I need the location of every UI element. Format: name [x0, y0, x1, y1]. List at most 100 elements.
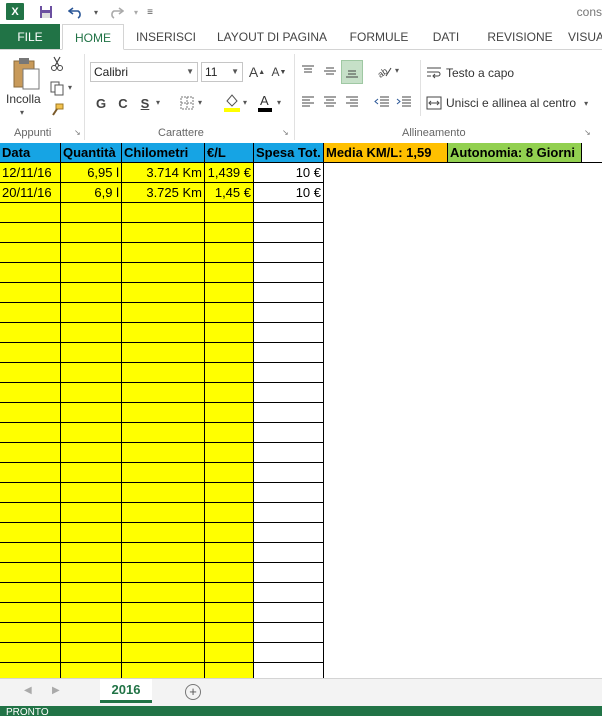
shrink-font-icon[interactable]: A ▼: [270, 63, 288, 81]
empty-cell[interactable]: [0, 483, 61, 503]
empty-cell[interactable]: [205, 203, 254, 223]
borders-icon[interactable]: [178, 94, 196, 112]
empty-cell[interactable]: [582, 143, 602, 163]
font-size-combo[interactable]: 11 ▼: [201, 62, 243, 82]
undo-icon[interactable]: [66, 3, 86, 21]
empty-cell[interactable]: [61, 523, 122, 543]
save-icon[interactable]: [36, 3, 56, 21]
format-painter-icon[interactable]: [48, 101, 66, 119]
empty-cell[interactable]: [0, 623, 61, 643]
empty-cell[interactable]: [122, 343, 205, 363]
alignment-launcher-icon[interactable]: ↘: [584, 128, 591, 137]
empty-cell[interactable]: [254, 523, 324, 543]
undo-dropdown-icon[interactable]: ▾: [86, 3, 106, 21]
add-sheet-icon[interactable]: +: [185, 684, 201, 700]
empty-cell[interactable]: [0, 463, 61, 483]
empty-cell[interactable]: [61, 323, 122, 343]
table-cell[interactable]: 6,95 l: [61, 163, 122, 183]
empty-cell[interactable]: [254, 603, 324, 623]
empty-cell[interactable]: [0, 563, 61, 583]
empty-cell[interactable]: [205, 463, 254, 483]
text-orientation-icon[interactable]: ab: [374, 60, 394, 82]
empty-cell[interactable]: [254, 323, 324, 343]
empty-cell[interactable]: [254, 303, 324, 323]
empty-cell[interactable]: [61, 463, 122, 483]
clipboard-launcher-icon[interactable]: ↘: [74, 128, 81, 137]
empty-cell[interactable]: [205, 223, 254, 243]
empty-cell[interactable]: [0, 583, 61, 603]
empty-cell[interactable]: [254, 363, 324, 383]
empty-cell[interactable]: [0, 643, 61, 663]
underline-dropdown-icon[interactable]: ▾: [156, 98, 160, 107]
column-header-cell[interactable]: €/L: [205, 143, 254, 163]
empty-cell[interactable]: [205, 243, 254, 263]
empty-cell[interactable]: [254, 203, 324, 223]
align-middle-icon[interactable]: [320, 60, 340, 82]
empty-cell[interactable]: [254, 463, 324, 483]
empty-cell[interactable]: [61, 363, 122, 383]
empty-cell[interactable]: [0, 443, 61, 463]
empty-cell[interactable]: [122, 583, 205, 603]
empty-cell[interactable]: [0, 203, 61, 223]
empty-cell[interactable]: [61, 263, 122, 283]
redo-icon[interactable]: [106, 3, 126, 21]
empty-cell[interactable]: [122, 483, 205, 503]
empty-cell[interactable]: [205, 343, 254, 363]
grow-font-icon[interactable]: A ▲: [248, 63, 266, 81]
tab-file[interactable]: FILE: [0, 24, 60, 50]
empty-cell[interactable]: [0, 523, 61, 543]
empty-cell[interactable]: [122, 403, 205, 423]
empty-cell[interactable]: [61, 403, 122, 423]
empty-cell[interactable]: [61, 623, 122, 643]
empty-cell[interactable]: [205, 403, 254, 423]
column-header-cell[interactable]: Spesa Tot.: [254, 143, 324, 163]
column-header-cell[interactable]: Data: [0, 143, 61, 163]
empty-cell[interactable]: [0, 243, 61, 263]
empty-cell[interactable]: [122, 503, 205, 523]
empty-cell[interactable]: [0, 343, 61, 363]
table-cell[interactable]: 3.725 Km: [122, 183, 205, 203]
empty-cell[interactable]: [254, 583, 324, 603]
empty-cell[interactable]: [122, 383, 205, 403]
table-cell[interactable]: 1,45 €: [205, 183, 254, 203]
empty-cell[interactable]: [254, 283, 324, 303]
empty-cell[interactable]: [122, 303, 205, 323]
tab-inserisci[interactable]: INSERISCI: [130, 24, 202, 50]
column-header-cell[interactable]: Chilometri: [122, 143, 205, 163]
empty-cell[interactable]: [254, 343, 324, 363]
copy-dropdown-icon[interactable]: ▾: [68, 83, 72, 92]
empty-cell[interactable]: [205, 483, 254, 503]
empty-cell[interactable]: [0, 403, 61, 423]
merge-center-button[interactable]: Unisci e allinea al centro ▾: [426, 93, 598, 113]
empty-cell[interactable]: [61, 243, 122, 263]
empty-cell[interactable]: [0, 263, 61, 283]
empty-cell[interactable]: [61, 343, 122, 363]
empty-cell[interactable]: [205, 543, 254, 563]
empty-cell[interactable]: [122, 363, 205, 383]
orientation-dropdown-icon[interactable]: ▾: [395, 66, 399, 75]
empty-cell[interactable]: [122, 463, 205, 483]
empty-cell[interactable]: [0, 223, 61, 243]
font-color-dropdown-icon[interactable]: ▾: [277, 98, 281, 107]
table-cell[interactable]: 10 €: [254, 163, 324, 183]
table-cell[interactable]: 12/11/16: [0, 163, 61, 183]
media-km-cell[interactable]: Media KM/L: 1,59: [324, 143, 448, 163]
column-header-cell[interactable]: Quantità: [61, 143, 122, 163]
empty-cell[interactable]: [205, 303, 254, 323]
empty-cell[interactable]: [61, 643, 122, 663]
empty-cell[interactable]: [254, 403, 324, 423]
empty-cell[interactable]: [0, 363, 61, 383]
copy-icon[interactable]: [48, 79, 66, 97]
font-launcher-icon[interactable]: ↘: [282, 128, 289, 137]
table-cell[interactable]: 3.714 Km: [122, 163, 205, 183]
empty-cell[interactable]: [254, 383, 324, 403]
italic-button[interactable]: C: [116, 94, 130, 112]
empty-cell[interactable]: [205, 323, 254, 343]
scroll-left-icon[interactable]: ◀: [24, 685, 32, 696]
empty-cell[interactable]: [61, 503, 122, 523]
align-left-icon[interactable]: [298, 92, 318, 112]
empty-cell[interactable]: [61, 563, 122, 583]
empty-cell[interactable]: [205, 503, 254, 523]
empty-cell[interactable]: [205, 623, 254, 643]
empty-cell[interactable]: [254, 563, 324, 583]
